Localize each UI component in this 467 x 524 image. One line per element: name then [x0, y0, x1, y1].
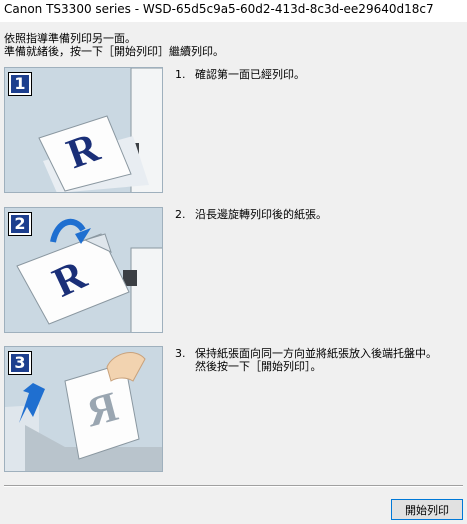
step-1-text: 1. 確認第一面已經列印。 [175, 68, 305, 81]
instruction-line-2: 準備就緒後，按一下［開始列印］繼續列印。 [4, 45, 224, 58]
step-2-text: 2. 沿長邊旋轉列印後的紙張。 [175, 208, 327, 221]
step-2-illustration: R 2 [4, 207, 163, 333]
step-2-number: 2. [175, 208, 186, 221]
window-title: Canon TS3300 series - WSD-65d5c9a5-60d2-… [0, 0, 467, 22]
divider [4, 485, 463, 487]
step-1-illustration: R 1 [4, 67, 163, 193]
hand-icon [106, 352, 146, 382]
step-1-badge: 1 [8, 72, 32, 96]
step-3-badge: 3 [8, 351, 32, 375]
step-2-label: 沿長邊旋轉列印後的紙張。 [195, 208, 327, 221]
instruction-line-1: 依照指導準備列印另一面。 [4, 32, 136, 45]
step-3-illustration: R 3 [4, 346, 163, 472]
step-3-line-1: 保持紙張面向同一方向並將紙張放入後端托盤中。 [195, 347, 437, 360]
step-3-label: 保持紙張面向同一方向並將紙張放入後端托盤中。 然後按一下［開始列印］。 [195, 347, 437, 373]
start-print-button[interactable]: 開始列印 [391, 499, 463, 520]
step-3-number: 3. [175, 347, 186, 360]
instructions: 依照指導準備列印另一面。 準備就緒後，按一下［開始列印］繼續列印。 [4, 32, 224, 58]
step-3-text: 3. 保持紙張面向同一方向並將紙張放入後端托盤中。 然後按一下［開始列印］。 [175, 347, 437, 373]
step-1-label: 確認第一面已經列印。 [195, 68, 305, 81]
step-2-badge: 2 [8, 212, 32, 236]
step-3-line-2: 然後按一下［開始列印］。 [195, 360, 322, 373]
step-1-number: 1. [175, 68, 186, 81]
